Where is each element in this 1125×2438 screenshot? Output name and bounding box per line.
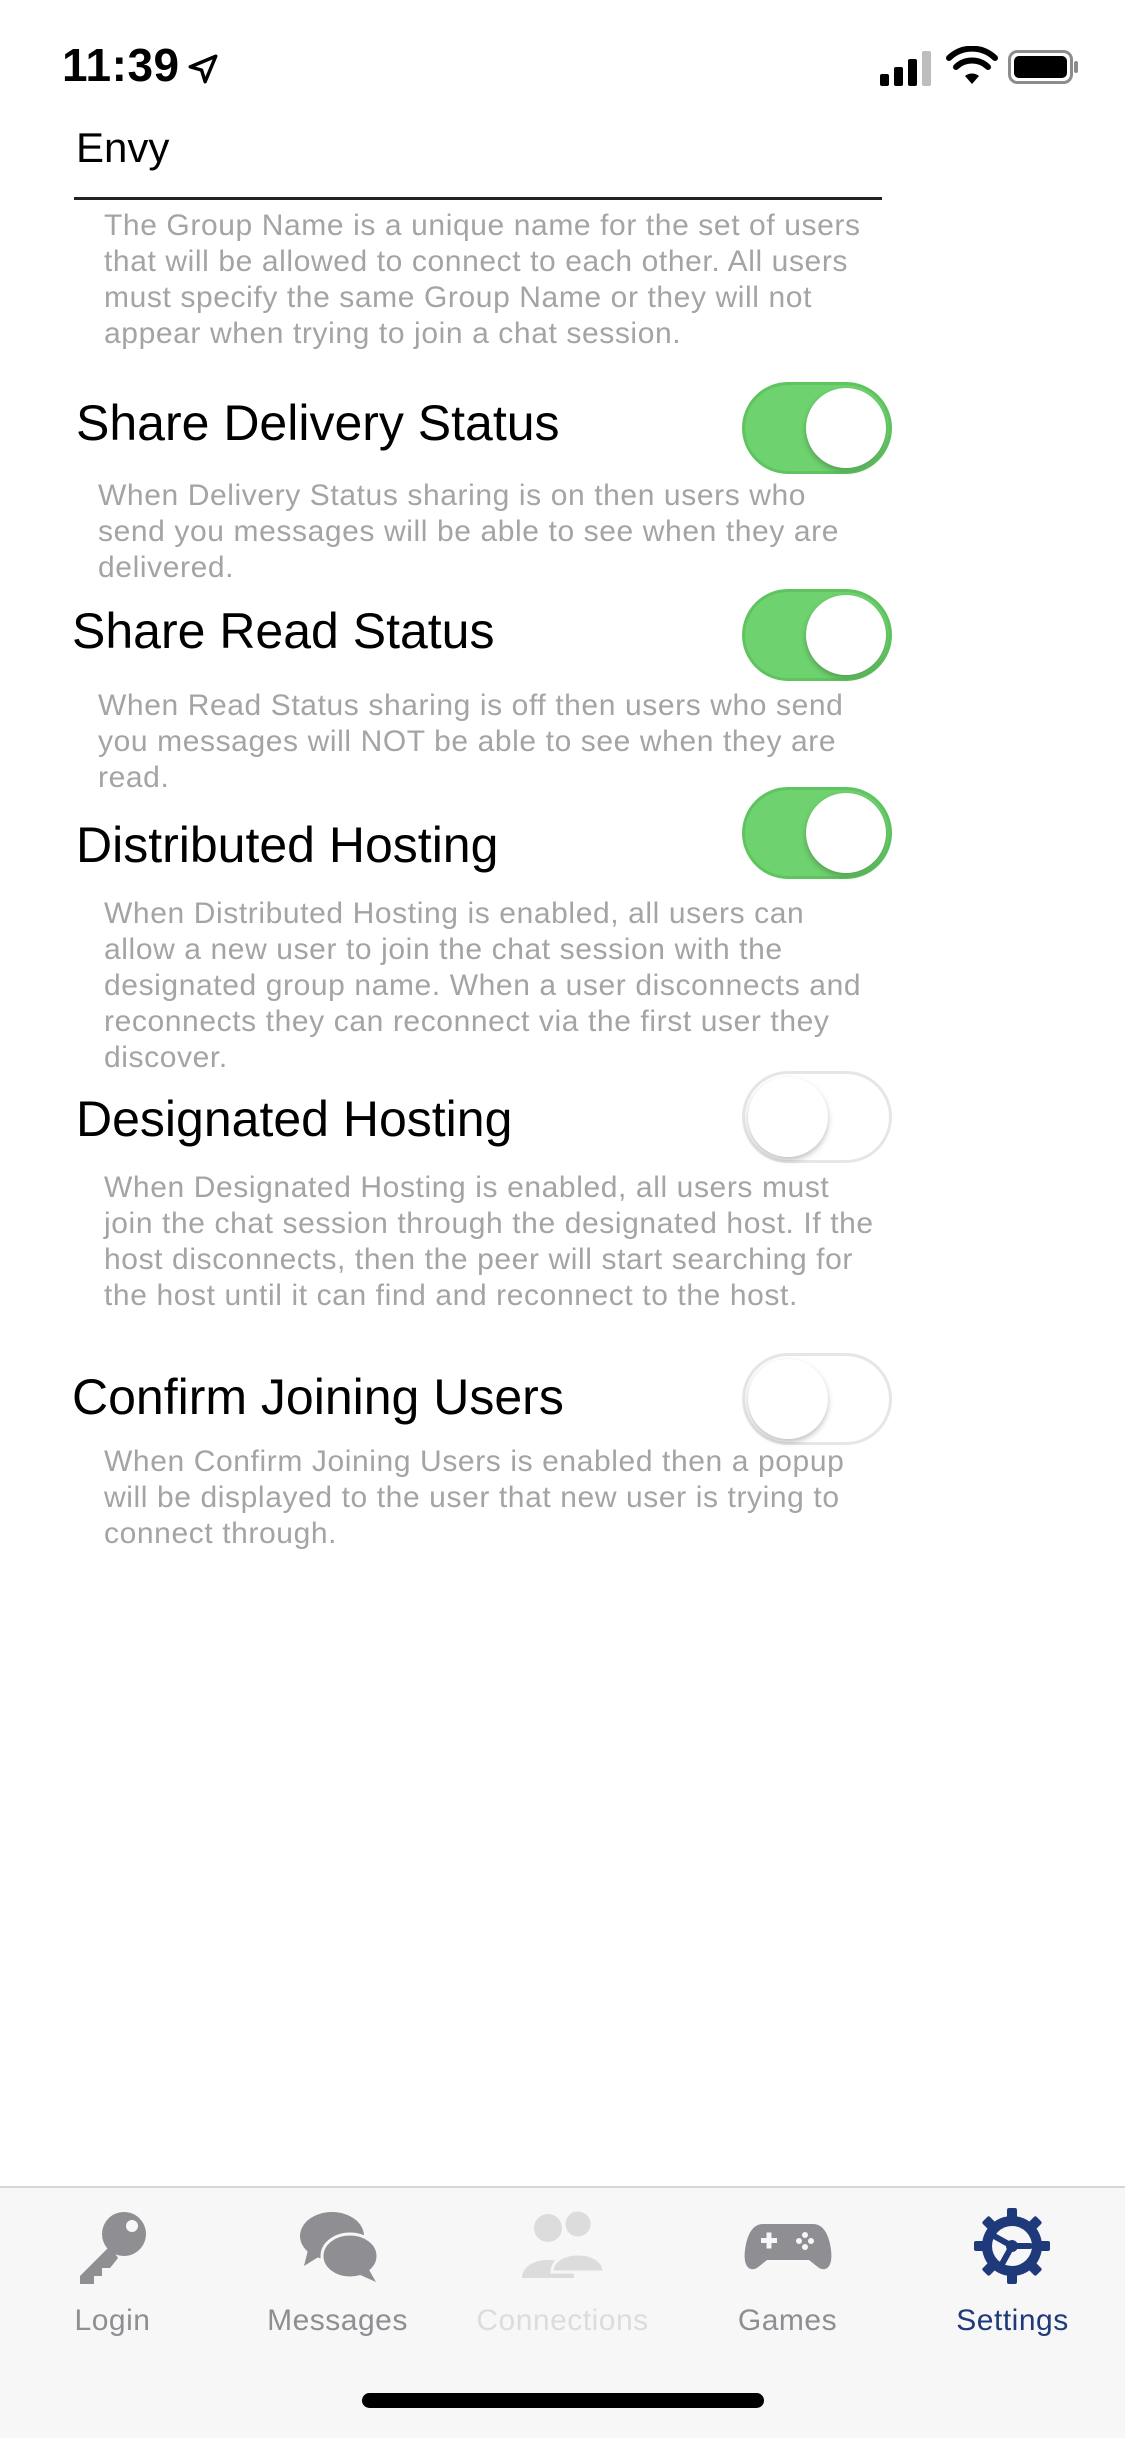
cellular-signal-icon [880, 51, 931, 86]
toggle-knob [806, 793, 886, 873]
toggle-knob [748, 1077, 828, 1157]
share-read-status-description: When Read Status sharing is off then use… [98, 689, 844, 794]
share-delivery-status-description: When Delivery Status sharing is on then … [98, 479, 840, 584]
chat-bubbles-icon [300, 2212, 380, 2282]
distributed-hosting-toggle[interactable] [742, 787, 892, 879]
tab-label: Games [737, 2304, 838, 2337]
people-icon [522, 2208, 606, 2278]
group-name-description: The Group Name is a unique name for the … [104, 209, 861, 350]
confirm-joining-users-description: When Confirm Joining Users is enabled th… [104, 1445, 845, 1550]
status-time: 11:39 [62, 39, 180, 91]
home-indicator [362, 2393, 764, 2408]
distributed-hosting-label: Distributed Hosting [76, 817, 499, 873]
share-read-status-label: Share Read Status [72, 603, 495, 659]
tab-label: Messages [267, 2304, 408, 2337]
tab-messages[interactable]: Messages [225, 2188, 450, 2348]
battery-icon [1008, 50, 1078, 84]
confirm-joining-users-label: Confirm Joining Users [72, 1369, 564, 1425]
gear-icon [974, 2208, 1050, 2284]
toggle-knob [806, 388, 886, 468]
location-arrow-icon [188, 54, 218, 84]
tab-settings[interactable]: Settings [900, 2188, 1125, 2348]
status-bar: 11:39 [0, 0, 1125, 132]
group-name-underline [74, 197, 882, 200]
wifi-icon [946, 46, 998, 84]
designated-hosting-toggle[interactable] [742, 1071, 892, 1163]
designated-hosting-description: When Designated Hosting is enabled, all … [104, 1171, 874, 1312]
key-icon [80, 2212, 146, 2284]
tab-label: Settings [956, 2304, 1069, 2337]
tab-label: Login [74, 2304, 151, 2337]
confirm-joining-users-toggle[interactable] [742, 1353, 892, 1445]
share-delivery-status-label: Share Delivery Status [76, 395, 560, 451]
share-delivery-status-toggle[interactable] [742, 382, 892, 474]
designated-hosting-label: Designated Hosting [76, 1091, 513, 1147]
distributed-hosting-description: When Distributed Hosting is enabled, all… [104, 897, 862, 1074]
share-read-status-toggle[interactable] [742, 589, 892, 681]
toggle-knob [748, 1359, 828, 1439]
gamepad-icon [744, 2224, 832, 2270]
tab-connections[interactable]: Connections [450, 2188, 675, 2348]
group-name-input[interactable]: Envy [76, 124, 169, 172]
toggle-knob [806, 595, 886, 675]
tab-login[interactable]: Login [0, 2188, 225, 2348]
tab-label: Connections [476, 2304, 649, 2337]
tab-games[interactable]: Games [675, 2188, 900, 2348]
